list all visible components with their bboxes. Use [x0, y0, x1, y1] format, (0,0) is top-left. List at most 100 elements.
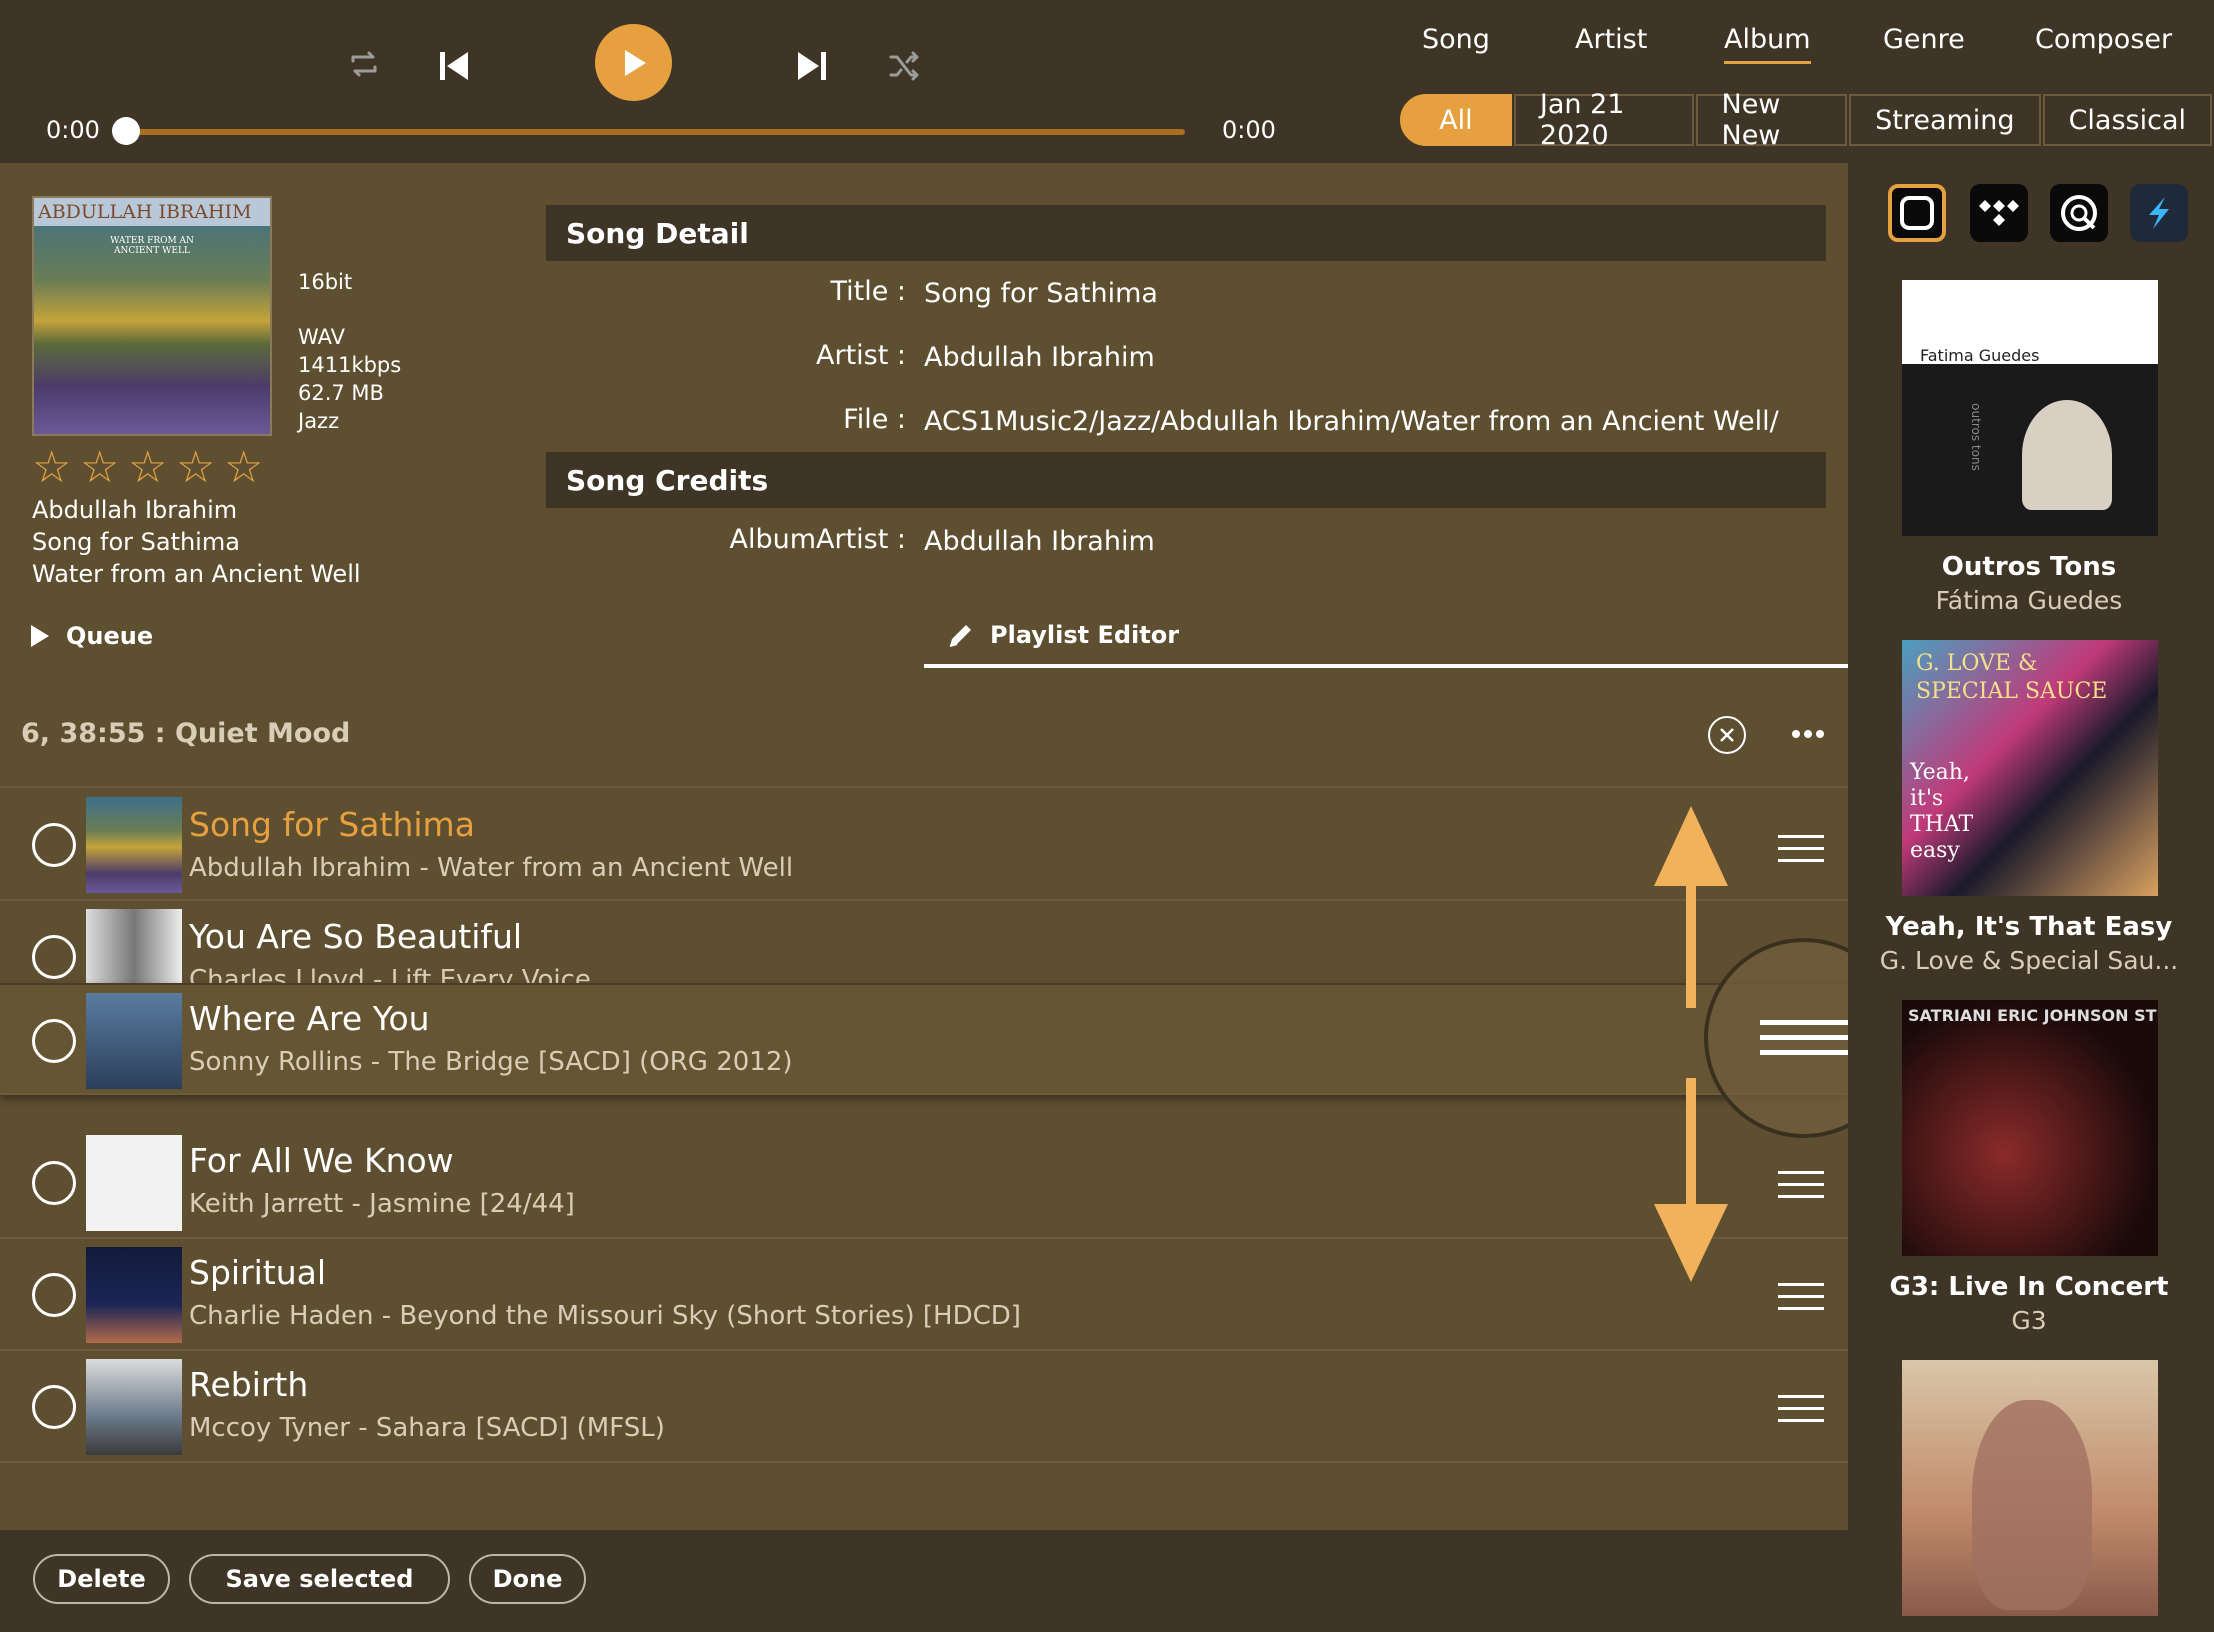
row-cover: [86, 1359, 182, 1455]
album-cover[interactable]: ABDULLAH IBRAHIM WATER FROM AN ANCIENT W…: [32, 196, 272, 436]
tab-song[interactable]: Song: [1422, 24, 1490, 55]
tab-album[interactable]: Album: [1724, 24, 1811, 64]
play-triangle-icon: [31, 625, 49, 647]
filter-new-new[interactable]: New New: [1695, 89, 1848, 151]
drag-handle-icon[interactable]: [1778, 1171, 1824, 1207]
song-detail-header: Song Detail: [546, 205, 1826, 261]
side-album-cover[interactable]: SATRIANI ERIC JOHNSON STEVE VAI: [1902, 1000, 2158, 1256]
file-size: 62.7 MB: [298, 381, 384, 405]
artist-value: Abdullah Ibrahim: [924, 342, 1155, 373]
side-album-name: G3: Live In Concert: [1889, 1272, 2169, 1302]
local-library-icon[interactable]: [1888, 184, 1946, 242]
more-icon[interactable]: [1788, 722, 1828, 746]
row-subtitle: Keith Jarrett - Jasmine [24/44]: [189, 1189, 575, 1219]
side-album-artist: G. Love & Special Sau...: [1879, 946, 2179, 975]
row-select-radio[interactable]: [32, 1273, 76, 1317]
row-subtitle: Charlie Haden - Beyond the Missouri Sky …: [189, 1301, 1021, 1331]
star-3-icon[interactable]: ☆: [128, 442, 167, 493]
filter-streaming[interactable]: Streaming: [1849, 94, 2041, 146]
playlist-row[interactable]: Spiritual Charlie Haden - Beyond the Mis…: [0, 1239, 1848, 1351]
side-album-cover[interactable]: [1902, 1360, 2158, 1616]
filter-date[interactable]: Jan 21 2020: [1513, 89, 1694, 151]
streaming-service-icon[interactable]: [2130, 184, 2188, 242]
elapsed-time: 0:00: [46, 116, 100, 144]
side-album-name: Yeah, It's That Easy: [1885, 912, 2173, 942]
side-album-cover[interactable]: Fatima Guedes outros tons: [1902, 280, 2158, 536]
tab-artist[interactable]: Artist: [1575, 24, 1647, 55]
file-label: File :: [843, 404, 906, 435]
done-button[interactable]: Done: [469, 1554, 586, 1604]
side-album-cover[interactable]: G. LOVE & SPECIAL SAUCE Yeah, it's THAT …: [1902, 640, 2158, 896]
pencil-icon: [949, 625, 971, 647]
star-5-icon[interactable]: ☆: [224, 442, 263, 493]
row-select-radio[interactable]: [32, 1019, 76, 1063]
queue-toggle[interactable]: Queue: [28, 622, 153, 650]
filter-bar: All Jan 21 2020 New New Streaming Classi…: [1400, 89, 2214, 151]
row-subtitle: Sonny Rollins - The Bridge [SACD] (ORG 2…: [189, 1047, 793, 1077]
divider: [0, 786, 1848, 788]
row-cover: [86, 1247, 182, 1343]
row-select-radio[interactable]: [32, 823, 76, 867]
playlist-summary: 6, 38:55 : Quiet Mood: [21, 718, 351, 749]
file-format: WAV: [298, 325, 346, 349]
repeat-icon[interactable]: [344, 44, 384, 84]
progress-thumb[interactable]: [112, 117, 140, 145]
star-2-icon[interactable]: ☆: [80, 442, 119, 493]
save-selected-button[interactable]: Save selected: [189, 1554, 450, 1604]
dragged-playlist-row[interactable]: Where Are You Sonny Rollins - The Bridge…: [0, 983, 1848, 1095]
row-title: Rebirth: [189, 1365, 309, 1404]
playlist-row[interactable]: Rebirth Mccoy Tyner - Sahara [SACD] (MFS…: [0, 1351, 1848, 1463]
tab-genre[interactable]: Genre: [1883, 24, 1965, 55]
side-album-artist: Fátima Guedes: [1935, 586, 2123, 615]
row-select-radio[interactable]: [32, 1161, 76, 1205]
row-select-radio[interactable]: [32, 935, 76, 979]
play-button[interactable]: [595, 24, 672, 101]
albumartist-label: AlbumArtist :: [729, 524, 906, 555]
tidal-icon[interactable]: [1970, 184, 2028, 242]
title-value: Song for Sathima: [924, 278, 1158, 309]
row-title: Song for Sathima: [189, 805, 475, 844]
star-4-icon[interactable]: ☆: [176, 442, 215, 493]
drag-handle-icon[interactable]: [1760, 1020, 1850, 1055]
np-title: Song for Sathima: [32, 528, 240, 556]
next-icon[interactable]: [790, 44, 834, 88]
delete-button[interactable]: Delete: [33, 1554, 170, 1604]
star-1-icon[interactable]: ☆: [32, 442, 71, 493]
playlist-editor-label: Playlist Editor: [990, 621, 1180, 649]
cover-album-text: WATER FROM AN ANCIENT WELL: [110, 236, 194, 256]
play-icon: [624, 49, 646, 76]
close-circle-icon[interactable]: [1708, 716, 1746, 754]
shuffle-icon[interactable]: [884, 46, 924, 86]
queue-label: Queue: [66, 622, 154, 650]
cover-text: G. LOVE & SPECIAL SAUCE: [1916, 651, 2108, 704]
filter-classical[interactable]: Classical: [2042, 94, 2212, 146]
row-subtitle: Mccoy Tyner - Sahara [SACD] (MFSL): [189, 1413, 665, 1443]
cover-subtext: Yeah, it's THAT easy: [1910, 760, 1974, 863]
duration-time: 0:00: [1222, 116, 1276, 144]
cover-text: Fatima Guedes: [1920, 346, 2040, 365]
albumartist-value: Abdullah Ibrahim: [924, 526, 1155, 557]
row-subtitle: Abdullah Ibrahim - Water from an Ancient…: [189, 853, 794, 883]
qobuz-icon[interactable]: [2050, 184, 2108, 242]
row-title: Where Are You: [189, 999, 430, 1038]
row-select-radio[interactable]: [32, 1385, 76, 1429]
filter-all[interactable]: All: [1400, 94, 1512, 146]
drag-handle-icon[interactable]: [1778, 835, 1824, 871]
playlist-row[interactable]: Song for Sathima Abdullah Ibrahim - Wate…: [0, 789, 1848, 901]
row-title: For All We Know: [189, 1141, 454, 1180]
genre: Jazz: [298, 409, 340, 433]
tab-composer[interactable]: Composer: [2035, 24, 2172, 55]
playlist-row[interactable]: For All We Know Keith Jarrett - Jasmine …: [0, 1127, 1848, 1239]
tab-underline: [924, 664, 1848, 668]
progress-track[interactable]: [125, 129, 1185, 135]
playlist-editor-tab[interactable]: Playlist Editor: [946, 620, 1179, 650]
previous-icon[interactable]: [432, 44, 476, 88]
bitrate: 1411kbps: [298, 353, 402, 377]
drag-handle-icon[interactable]: [1778, 1283, 1824, 1319]
drag-handle-icon[interactable]: [1778, 1395, 1824, 1431]
row-title: You Are So Beautiful: [189, 917, 523, 956]
song-credits-header: Song Credits: [546, 452, 1826, 508]
artist-label: Artist :: [816, 340, 906, 371]
np-album: Water from an Ancient Well: [32, 560, 361, 588]
bit-depth: 16bit: [298, 270, 353, 294]
